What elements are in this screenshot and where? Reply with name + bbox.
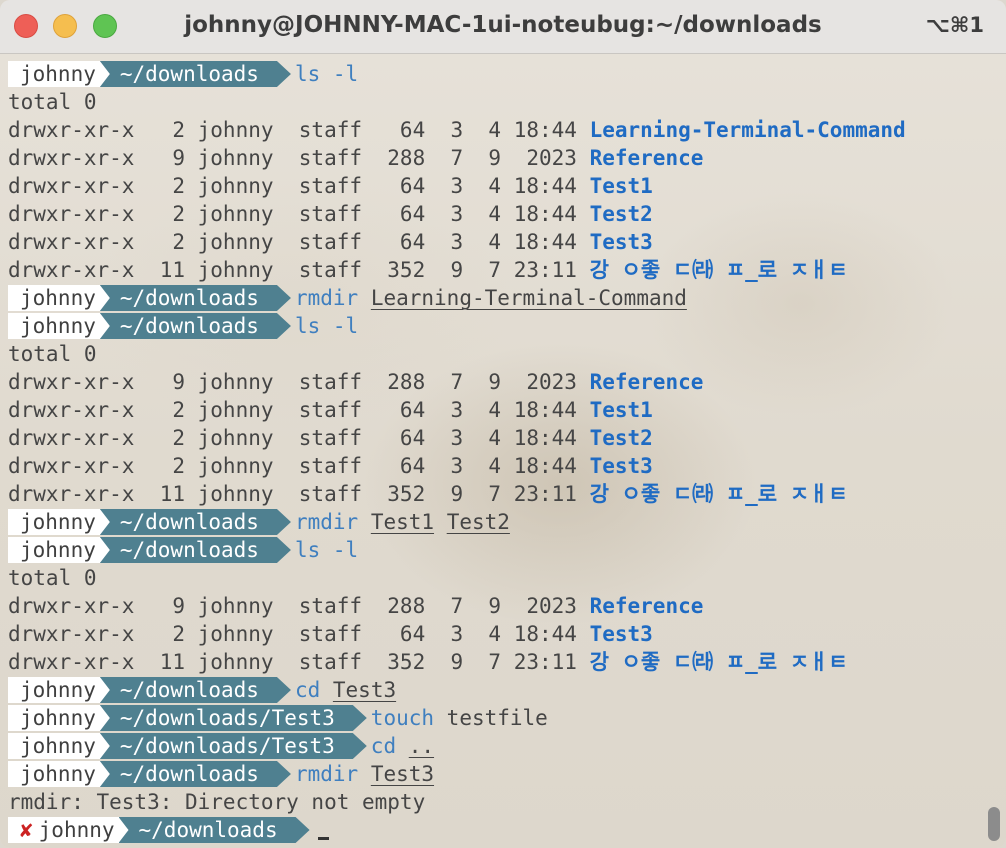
listing-row: drwxr-xr-x 11 johnny staff 352 9 7 23:11… bbox=[8, 258, 848, 282]
prompt-dir: ~/downloads/Test3 bbox=[100, 733, 367, 759]
dir-name: Test3 bbox=[589, 230, 653, 254]
prompt-user: johnny bbox=[8, 313, 110, 339]
prompt-dir: ~/downloads bbox=[100, 761, 291, 787]
listing-row: drwxr-xr-x 2 johnny staff 64 3 4 18:44 T… bbox=[8, 426, 653, 450]
dir-name: Test3 bbox=[589, 622, 653, 646]
prompt-line: johnny ~/downloads rmdir Learning-Terminal… bbox=[8, 284, 687, 312]
prompt-dir: ~/downloads bbox=[119, 817, 310, 843]
listing-row: drwxr-xr-x 2 johnny staff 64 3 4 18:44 T… bbox=[8, 398, 653, 422]
prompt-user: johnny bbox=[8, 285, 110, 311]
command-arg: Test2 bbox=[446, 510, 510, 534]
command-text: cd bbox=[370, 734, 397, 758]
prompt-dir: ~/downloads bbox=[100, 313, 291, 339]
command-arg: Test3 bbox=[370, 762, 435, 786]
title-bar[interactable]: johnny@JOHNNY-MAC-1ui-noteubug:~/downloa… bbox=[0, 0, 1006, 54]
command-text: ls -l bbox=[294, 314, 359, 338]
command-text: ls -l bbox=[294, 538, 359, 562]
dir-name: Reference bbox=[589, 146, 704, 170]
dir-name: Test1 bbox=[589, 174, 653, 198]
prompt-line: johnny ~/downloads/Test3 cd .. bbox=[8, 732, 434, 760]
listing-row: drwxr-xr-x 2 johnny staff 64 3 4 18:44 T… bbox=[8, 622, 653, 646]
command-text: touch bbox=[370, 706, 435, 730]
command-arg: testfile bbox=[446, 706, 548, 730]
listing-row: drwxr-xr-x 11 johnny staff 352 9 7 23:11… bbox=[8, 482, 848, 506]
prompt-user: johnny bbox=[8, 509, 110, 535]
dir-name: 강 ㅇ좋 ㄷ㈑ ㅍ_로 ㅈㅐㅌ bbox=[589, 650, 848, 674]
prompt-dir: ~/downloads bbox=[100, 677, 291, 703]
dir-name: 강 ㅇ좋 ㄷ㈑ ㅍ_로 ㅈㅐㅌ bbox=[589, 258, 848, 282]
dir-name: Reference bbox=[589, 370, 704, 394]
prompt-line: johnny ~/downloads rmdir Test1 Test2 bbox=[8, 508, 510, 536]
error-output: rmdir: Test3: Directory not empty bbox=[8, 790, 426, 814]
prompt-user: johnny bbox=[8, 61, 110, 87]
command-text: rmdir bbox=[294, 762, 359, 786]
command-arg: Test3 bbox=[332, 678, 397, 702]
prompt-line: johnny ~/downloads ls -l bbox=[8, 536, 358, 564]
prompt-user: ✘ johnny bbox=[8, 817, 129, 843]
prompt-dir: ~/downloads/Test3 bbox=[100, 705, 367, 731]
dir-name: Test2 bbox=[589, 426, 653, 450]
prompt-dir: ~/downloads bbox=[100, 61, 291, 87]
listing-row: drwxr-xr-x 2 johnny staff 64 3 4 18:44 L… bbox=[8, 118, 906, 142]
scrollbar-thumb[interactable] bbox=[988, 807, 1000, 841]
command-text: rmdir bbox=[294, 286, 359, 310]
output-line: total 0 bbox=[8, 566, 97, 590]
command-text: rmdir bbox=[294, 510, 359, 534]
window-title: johnny@JOHNNY-MAC-1ui-noteubug:~/downloa… bbox=[184, 12, 822, 38]
prompt-line: johnny ~/downloads ls -l bbox=[8, 312, 358, 340]
text-cursor bbox=[317, 837, 329, 840]
command-text: cd bbox=[294, 678, 321, 702]
listing-row: drwxr-xr-x 2 johnny staff 64 3 4 18:44 T… bbox=[8, 174, 653, 198]
terminal-content[interactable]: johnny ~/downloads ls -l total 0 drwxr-xr-… bbox=[0, 54, 1006, 848]
listing-row: drwxr-xr-x 9 johnny staff 288 7 9 2023 R… bbox=[8, 594, 704, 618]
dir-name: 강 ㅇ좋 ㄷ㈑ ㅍ_로 ㅈㅐㅌ bbox=[589, 482, 848, 506]
prompt-dir: ~/downloads bbox=[100, 509, 291, 535]
prompt-user: johnny bbox=[8, 537, 110, 563]
listing-row: drwxr-xr-x 2 johnny staff 64 3 4 18:44 T… bbox=[8, 454, 653, 478]
dir-name: Test2 bbox=[589, 202, 653, 226]
prompt-user: johnny bbox=[8, 705, 110, 731]
dir-name: Learning-Terminal-Command bbox=[589, 118, 906, 142]
prompt-line: johnny ~/downloads rmdir Test3 bbox=[8, 760, 434, 788]
command-text: ls -l bbox=[294, 62, 359, 86]
prompt-dir: ~/downloads bbox=[100, 285, 291, 311]
terminal-window: johnny@JOHNNY-MAC-1ui-noteubug:~/downloa… bbox=[0, 0, 1006, 848]
dir-name: Reference bbox=[589, 594, 704, 618]
listing-row: drwxr-xr-x 9 johnny staff 288 7 9 2023 R… bbox=[8, 146, 704, 170]
window-shortcut: ⌥⌘1 bbox=[925, 13, 984, 37]
prompt-user: johnny bbox=[8, 677, 110, 703]
output-line: total 0 bbox=[8, 90, 97, 114]
dir-name: Test3 bbox=[589, 454, 653, 478]
output-line: total 0 bbox=[8, 342, 97, 366]
prompt-line: johnny ~/downloads ls -l bbox=[8, 60, 358, 88]
dir-name: Test1 bbox=[589, 398, 653, 422]
listing-row: drwxr-xr-x 9 johnny staff 288 7 9 2023 R… bbox=[8, 370, 704, 394]
error-x-icon: ✘ bbox=[20, 818, 33, 842]
prompt-line: johnny ~/downloads/Test3 touch testfile bbox=[8, 704, 548, 732]
prompt-line: johnny ~/downloads cd Test3 bbox=[8, 676, 396, 704]
prompt-user: johnny bbox=[8, 733, 110, 759]
prompt-dir: ~/downloads bbox=[100, 537, 291, 563]
command-arg: Learning-Terminal-Command bbox=[370, 286, 687, 310]
prompt-user: johnny bbox=[8, 761, 110, 787]
listing-row: drwxr-xr-x 2 johnny staff 64 3 4 18:44 T… bbox=[8, 202, 653, 226]
command-arg: Test1 bbox=[370, 510, 435, 534]
command-arg: .. bbox=[408, 734, 435, 758]
listing-row: drwxr-xr-x 2 johnny staff 64 3 4 18:44 T… bbox=[8, 230, 653, 254]
listing-row: drwxr-xr-x 11 johnny staff 352 9 7 23:11… bbox=[8, 650, 848, 674]
current-prompt[interactable]: ✘ johnny ~/downloads bbox=[8, 816, 329, 844]
